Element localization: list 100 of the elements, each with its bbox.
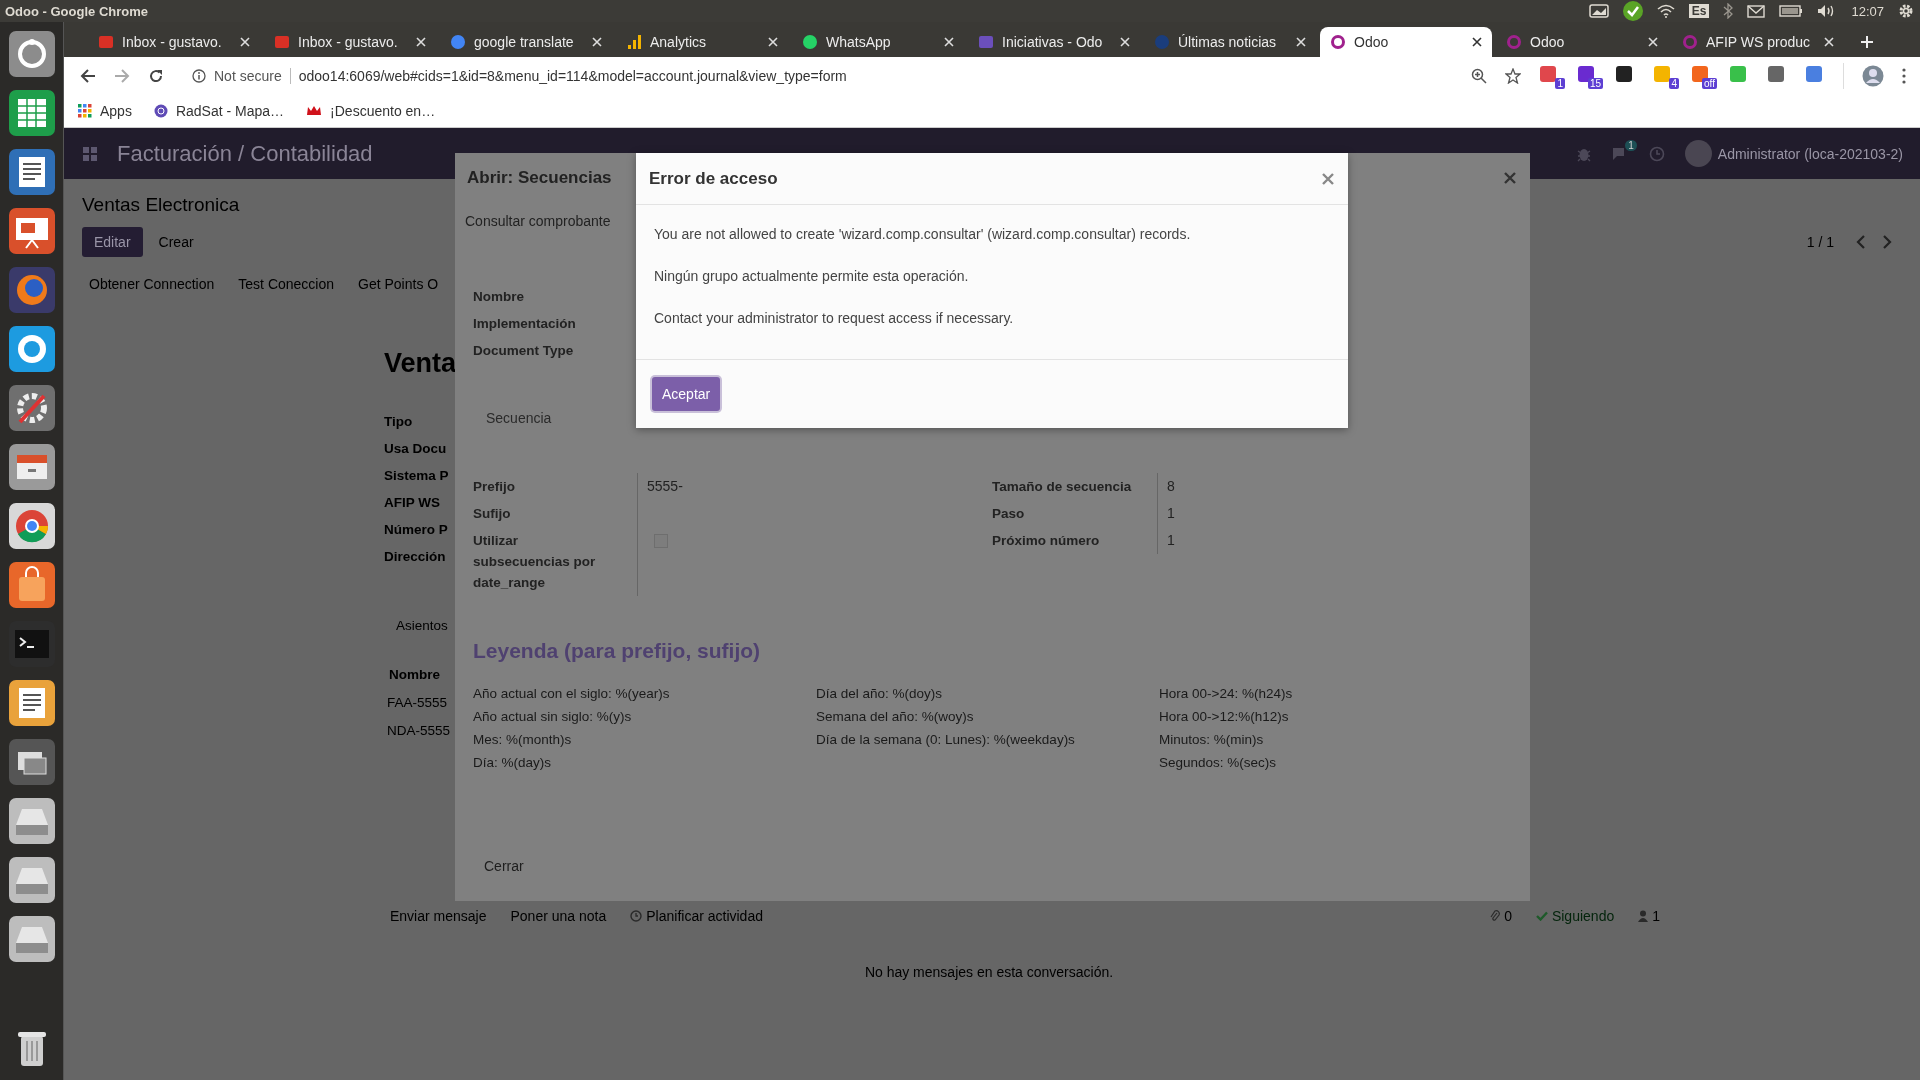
clock-icon	[630, 910, 643, 922]
menu-icon[interactable]	[1902, 68, 1906, 84]
globe-icon[interactable]	[7, 266, 56, 314]
site-icon	[626, 34, 642, 50]
site-icon	[802, 34, 818, 50]
avatar-icon[interactable]	[1862, 65, 1884, 87]
browser-tab[interactable]: Odoo	[1496, 27, 1668, 57]
field-label: Tipo	[384, 413, 414, 431]
dialog-title: Error de acceso	[649, 168, 778, 189]
site-icon	[450, 34, 466, 50]
back-icon[interactable]	[80, 68, 96, 84]
field-value: 1	[1167, 505, 1175, 521]
empty-conversation-text: No hay mensajes en esta conversación.	[863, 963, 1115, 982]
wifi-icon[interactable]	[1656, 4, 1675, 18]
create-button[interactable]: Crear	[146, 227, 206, 257]
clock[interactable]: 12:07	[1851, 3, 1884, 19]
person-icon	[1638, 910, 1649, 922]
app-title[interactable]: Facturación / Contabilidad	[117, 140, 373, 167]
drive-icon[interactable]	[7, 797, 56, 845]
browser-tab[interactable]: Últimas noticias	[1144, 27, 1316, 57]
table-cell-text: NDA-5555	[387, 722, 452, 740]
info-icon[interactable]	[192, 69, 206, 83]
consult-voucher-button[interactable]: Consultar comprobante	[455, 207, 621, 235]
site-icon	[1682, 34, 1698, 50]
window-icon[interactable]	[7, 738, 56, 786]
send-message-link[interactable]: Enviar mensaje	[390, 902, 487, 930]
legend-text: Minutos: %(min)s	[1159, 731, 1264, 749]
field-label: Tamaño de secuencia	[992, 478, 1133, 496]
display-icon[interactable]	[1588, 4, 1609, 18]
browser-tab[interactable]: Inbox - gustavo.	[264, 27, 436, 57]
browser-tab[interactable]: Iniciativas - Odo	[968, 27, 1140, 57]
site-icon	[274, 34, 290, 50]
star-icon[interactable]	[1505, 68, 1521, 84]
field-label: Número P	[384, 521, 449, 539]
notification-badge: 1	[1625, 139, 1637, 151]
mail-icon[interactable]	[1747, 4, 1766, 18]
paperclip-icon	[1490, 910, 1501, 922]
accept-button[interactable]: Aceptar	[652, 377, 721, 411]
spreadsheet-icon[interactable]	[7, 89, 56, 137]
keyboard-layout-indicator[interactable]: Es	[1688, 4, 1710, 18]
settings-icon[interactable]	[1898, 3, 1914, 19]
browser-tab[interactable]: WhatsApp	[792, 27, 964, 57]
notebook-tab[interactable]: Asientos	[396, 613, 456, 639]
legend-text: Día de la semana (0: Lunes): %(weekday)s	[816, 731, 1075, 749]
attachments-button[interactable]: 0	[1490, 902, 1512, 930]
zoom-icon[interactable]	[1471, 68, 1487, 84]
dialog-title: Abrir: Secuencias	[467, 168, 612, 188]
drawer-icon[interactable]	[7, 443, 56, 491]
site-icon	[98, 34, 114, 50]
field-value: 8	[1167, 478, 1175, 494]
legend-text: Año actual sin siglo: %(y)s	[473, 708, 632, 726]
field-label: Dirección	[384, 548, 447, 566]
field-label: Nombre	[473, 288, 524, 306]
bookmark[interactable]: ¡Descuento en…	[306, 103, 436, 119]
next-icon[interactable]	[1882, 235, 1892, 249]
circle-logo-icon[interactable]	[7, 30, 56, 78]
bookmark[interactable]: RadSat - Mapa…	[153, 103, 285, 119]
window-title: Odoo - Google Chrome	[5, 3, 148, 19]
notebook-tab[interactable]: Secuencia	[473, 404, 565, 432]
edit-button[interactable]: Editar	[82, 227, 143, 257]
apps-grid-icon[interactable]	[83, 146, 97, 161]
notepad-icon[interactable]	[7, 679, 56, 727]
legend-text: Día: %(day)s	[473, 754, 552, 772]
close-button[interactable]: Cerrar	[472, 851, 536, 881]
header-button[interactable]: Test Coneccion	[226, 271, 347, 297]
document-icon[interactable]	[7, 148, 56, 196]
drive-icon[interactable]	[7, 915, 56, 963]
battery-icon[interactable]	[1779, 5, 1804, 17]
address-field[interactable]: Not secure odoo14:6069/web#cids=1&id=8&menu_id=114&model=account.journal&view_type=form	[192, 62, 1453, 90]
drive-icon[interactable]	[7, 856, 56, 904]
previous-icon[interactable]	[1856, 235, 1866, 249]
browser-tab[interactable]: AFIP WS produc	[1672, 27, 1844, 57]
close-icon[interactable]	[1472, 37, 1482, 47]
check-icon	[1535, 911, 1548, 921]
header-button[interactable]: Get Points O	[346, 271, 451, 297]
site-icon	[1154, 34, 1170, 50]
log-note-link[interactable]: Poner una nota	[510, 902, 607, 930]
browser-tab[interactable]: google translate	[440, 27, 612, 57]
user-menu[interactable]: Administrator (loca-202103-2)	[1717, 145, 1903, 162]
header-button[interactable]: Obtener Connection	[77, 271, 227, 297]
schedule-activity-link[interactable]: Planificar actividad	[630, 902, 763, 930]
settings-icon[interactable]	[7, 384, 56, 432]
apps-grid-icon	[78, 104, 92, 118]
reload-icon[interactable]	[148, 68, 164, 84]
legend-text: Semana del año: %(woy)s	[816, 708, 974, 726]
browser-tab[interactable]: Odoo	[1320, 27, 1492, 57]
new-tab-icon[interactable]	[1860, 35, 1874, 49]
browser-tab[interactable]: Analytics	[616, 27, 788, 57]
bookmark[interactable]: Apps	[78, 103, 132, 119]
shopping-bag-icon[interactable]	[7, 561, 56, 609]
legend-text: Mes: %(month)s	[473, 731, 572, 749]
browser-tab[interactable]: Inbox - gustavo.	[88, 27, 260, 57]
record-title: Venta	[384, 347, 456, 380]
followers-button[interactable]: 1	[1638, 902, 1660, 930]
bluetooth-icon[interactable]	[1723, 3, 1734, 19]
check-icon[interactable]	[1622, 1, 1643, 21]
presentation-icon[interactable]	[7, 207, 56, 255]
site-icon	[1506, 34, 1522, 50]
browser-icon[interactable]	[7, 502, 56, 550]
field-label: Paso	[992, 505, 1026, 523]
